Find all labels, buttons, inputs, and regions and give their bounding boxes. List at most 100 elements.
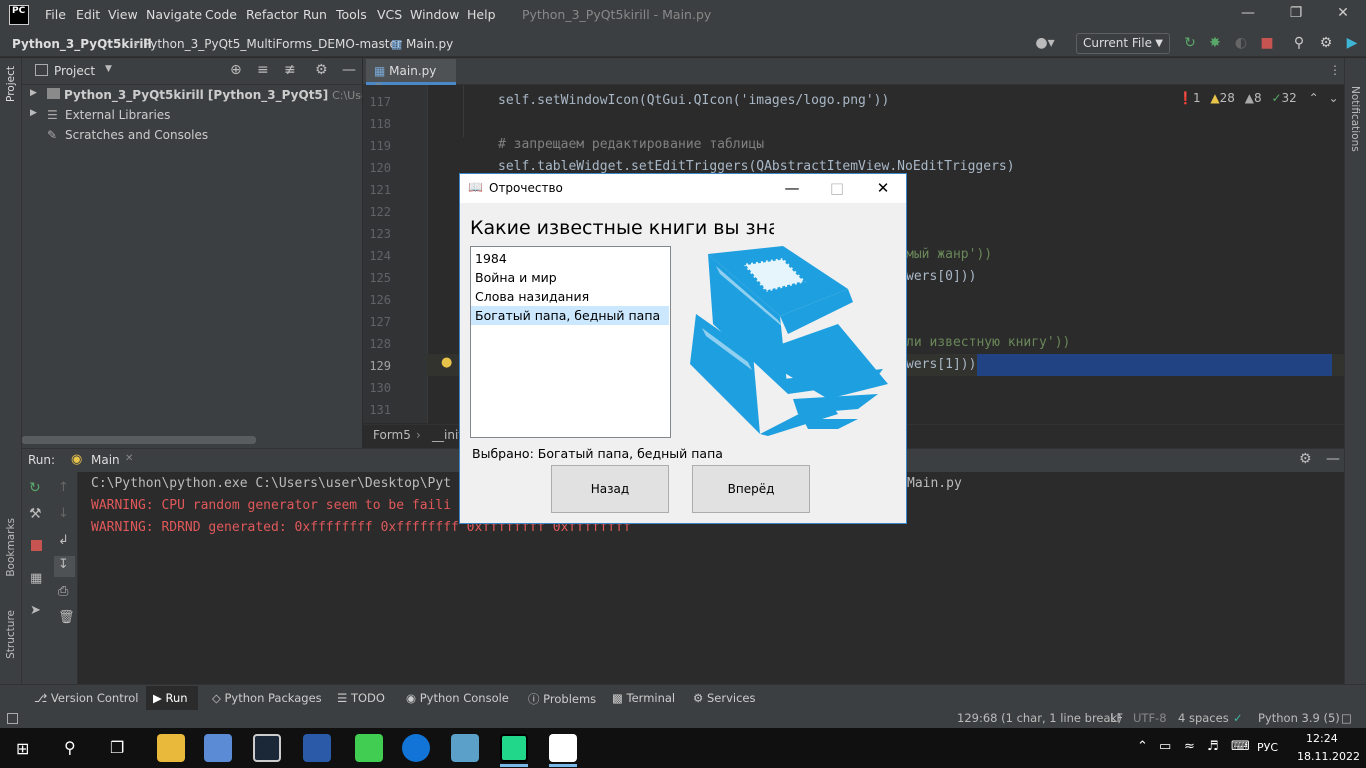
tab-main-py[interactable]: ▦ Main.py ✕ bbox=[366, 59, 456, 92]
close-icon[interactable]: ✕ bbox=[1328, 5, 1358, 25]
wrench-icon[interactable]: ⚒ bbox=[29, 506, 42, 522]
tab-todo[interactable]: ☰ TODO bbox=[337, 691, 385, 705]
user-icon[interactable]: ●▾ bbox=[1033, 35, 1057, 51]
steam-icon[interactable] bbox=[253, 734, 281, 762]
back-button[interactable]: Назад bbox=[551, 465, 669, 513]
run-tab-main[interactable]: Main bbox=[91, 453, 120, 467]
sql-app-icon[interactable] bbox=[303, 734, 331, 762]
rerun-icon[interactable]: ↻ bbox=[1182, 35, 1198, 51]
project-view-label[interactable]: Project bbox=[54, 64, 95, 78]
chevron-right-icon[interactable]: ▶ bbox=[30, 88, 37, 98]
clock-time[interactable]: 12:24 bbox=[1306, 732, 1338, 745]
console-line-warning[interactable]: WARNING: CPU random generator seem to be… bbox=[91, 498, 451, 513]
inspection-widget[interactable]: ❗1 ▲28 ▲8 ✓32 ⌃ ⌄ bbox=[1178, 91, 1339, 105]
tab-version-control[interactable]: ⎇ Version Control bbox=[34, 691, 138, 705]
caret-position[interactable]: 129:68 (1 char, 1 line break) bbox=[957, 711, 1122, 725]
tab-python-console[interactable]: ◉ Python Console bbox=[406, 691, 509, 705]
list-item[interactable]: Слова назидания bbox=[471, 287, 669, 306]
menu-refactor[interactable]: Refactor bbox=[246, 7, 298, 22]
pycharm-taskbar-icon[interactable] bbox=[500, 734, 528, 762]
tab-run[interactable]: ▶ Run bbox=[153, 691, 188, 705]
gear-icon[interactable]: ⚙ bbox=[1299, 451, 1312, 467]
expand-all-icon[interactable]: ≡ bbox=[257, 62, 269, 78]
structure-tool-tab[interactable]: Structure bbox=[5, 610, 17, 659]
arrow-up-icon[interactable]: ↑ bbox=[58, 480, 69, 495]
menu-help[interactable]: Help bbox=[467, 7, 496, 22]
more-icon[interactable]: ⋮ bbox=[1329, 63, 1341, 77]
code-line-119[interactable]: # запрещаем редактирование таблицы bbox=[498, 137, 764, 152]
qt-designer-icon[interactable] bbox=[355, 734, 383, 762]
paint-app-icon[interactable] bbox=[204, 734, 232, 762]
code-line-117[interactable]: self.setWindowIcon(QtGui.QIcon('images/l… bbox=[498, 93, 889, 108]
menu-file[interactable]: File bbox=[45, 7, 66, 22]
tool-windows-icon[interactable] bbox=[7, 713, 18, 724]
tab-terminal[interactable]: ▩ Terminal bbox=[612, 691, 675, 705]
arrow-down-icon[interactable]: ↓ bbox=[58, 506, 69, 521]
code-line-120[interactable]: self.tableWidget.setEditTriggers(QAbstra… bbox=[498, 159, 1015, 174]
tree-item-project[interactable]: Python_3_PyQt5kirill [Python_3_PyQt5] C:… bbox=[64, 88, 362, 102]
indent-setting[interactable]: 4 spaces bbox=[1178, 711, 1229, 725]
keyboard-icon[interactable]: ⌨ bbox=[1231, 739, 1250, 754]
menu-vcs[interactable]: VCS bbox=[377, 7, 402, 22]
maximize-icon[interactable]: □ bbox=[826, 179, 848, 199]
breadcrumb-class[interactable]: Form5 bbox=[373, 428, 411, 442]
tab-services[interactable]: ⚙ Services bbox=[693, 691, 755, 705]
menu-edit[interactable]: Edit bbox=[76, 7, 100, 22]
notifications-tool-tab[interactable]: Notifications bbox=[1349, 86, 1361, 152]
task-view-icon[interactable]: ❐ bbox=[110, 738, 124, 757]
minimize-icon[interactable]: — bbox=[1233, 5, 1263, 25]
clock-date[interactable]: 18.11.2022 bbox=[1297, 750, 1360, 763]
chevron-down-icon[interactable]: ⌄ bbox=[1329, 91, 1339, 105]
chevron-up-icon[interactable]: ⌃ bbox=[1137, 739, 1148, 754]
wifi-icon[interactable]: ≈ bbox=[1184, 739, 1195, 754]
stop-icon[interactable]: ■ bbox=[1259, 35, 1275, 51]
tab-problems[interactable]: ⓘ Problems bbox=[528, 691, 596, 707]
bookmarks-tool-tab[interactable]: Bookmarks bbox=[5, 518, 17, 577]
menu-navigate[interactable]: Navigate bbox=[146, 7, 202, 22]
input-language[interactable]: РУС bbox=[1257, 741, 1278, 754]
trash-icon[interactable]: 🗑 bbox=[58, 610, 75, 625]
list-item[interactable]: 1984 bbox=[471, 249, 669, 268]
lightbulb-icon[interactable]: ● bbox=[441, 355, 452, 370]
breadcrumb-project[interactable]: Python_3_PyQt5kirill bbox=[12, 37, 152, 51]
battery-icon[interactable]: ▭ bbox=[1159, 739, 1171, 754]
python-interpreter[interactable]: Python 3.9 (5) bbox=[1258, 711, 1340, 725]
menu-tools[interactable]: Tools bbox=[336, 7, 367, 22]
breadcrumb-folder[interactable]: Python_3_PyQt5_MultiForms_DEMO-master bbox=[143, 37, 402, 51]
chevron-right-icon[interactable]: ▶ bbox=[30, 108, 37, 118]
coverage-icon[interactable]: ◐ bbox=[1233, 35, 1249, 51]
forward-button[interactable]: Вперёд bbox=[692, 465, 810, 513]
print-icon[interactable]: ⎙ bbox=[58, 584, 68, 599]
line-separator[interactable]: LF bbox=[1110, 711, 1123, 725]
locate-icon[interactable]: ⊕ bbox=[230, 62, 242, 78]
code-line-128[interactable]: ли известную книгу')) bbox=[906, 335, 1070, 350]
menu-run[interactable]: Run bbox=[303, 7, 327, 22]
menu-code[interactable]: Code bbox=[205, 7, 237, 22]
hide-panel-icon[interactable]: — bbox=[342, 62, 356, 78]
code-line-129[interactable]: wers[1])) bbox=[906, 357, 976, 372]
file-encoding[interactable]: UTF-8 bbox=[1133, 711, 1167, 725]
notes-app-icon[interactable] bbox=[451, 734, 479, 762]
close-tab-icon[interactable]: ✕ bbox=[125, 453, 133, 464]
collapse-all-icon[interactable]: ≢ bbox=[284, 62, 296, 78]
search-icon[interactable]: ⚲ bbox=[64, 738, 76, 757]
list-item[interactable]: Война и мир bbox=[471, 268, 669, 287]
layout-icon[interactable]: ▦ bbox=[30, 571, 42, 586]
minimize-icon[interactable]: — bbox=[781, 179, 803, 199]
console-line-cmd[interactable]: C:\Python\python.exe C:\Users\user\Deskt… bbox=[91, 476, 451, 491]
chevron-down-icon[interactable]: ▼ bbox=[105, 64, 112, 74]
gear-icon[interactable]: ⚙ bbox=[315, 62, 328, 78]
chevron-up-icon[interactable]: ⌃ bbox=[1309, 91, 1319, 105]
search-icon[interactable]: ⚲ bbox=[1291, 35, 1307, 51]
hide-panel-icon[interactable]: — bbox=[1326, 451, 1340, 467]
file-explorer-icon[interactable] bbox=[157, 734, 185, 762]
tab-python-packages[interactable]: ◇ Python Packages bbox=[212, 691, 322, 705]
volume-icon[interactable]: ♬ bbox=[1207, 739, 1219, 754]
tree-item-libraries[interactable]: External Libraries bbox=[65, 108, 170, 122]
qt-app-window-icon[interactable] bbox=[549, 734, 577, 762]
pin-icon[interactable]: ➤ bbox=[30, 603, 41, 618]
code-line-125[interactable]: wers[0])) bbox=[906, 269, 976, 284]
rerun-icon[interactable]: ↻ bbox=[29, 480, 41, 496]
jetbrains-icon[interactable]: ▶ bbox=[1344, 35, 1360, 51]
console-line-cmd-tail[interactable]: Main.py bbox=[907, 476, 962, 491]
